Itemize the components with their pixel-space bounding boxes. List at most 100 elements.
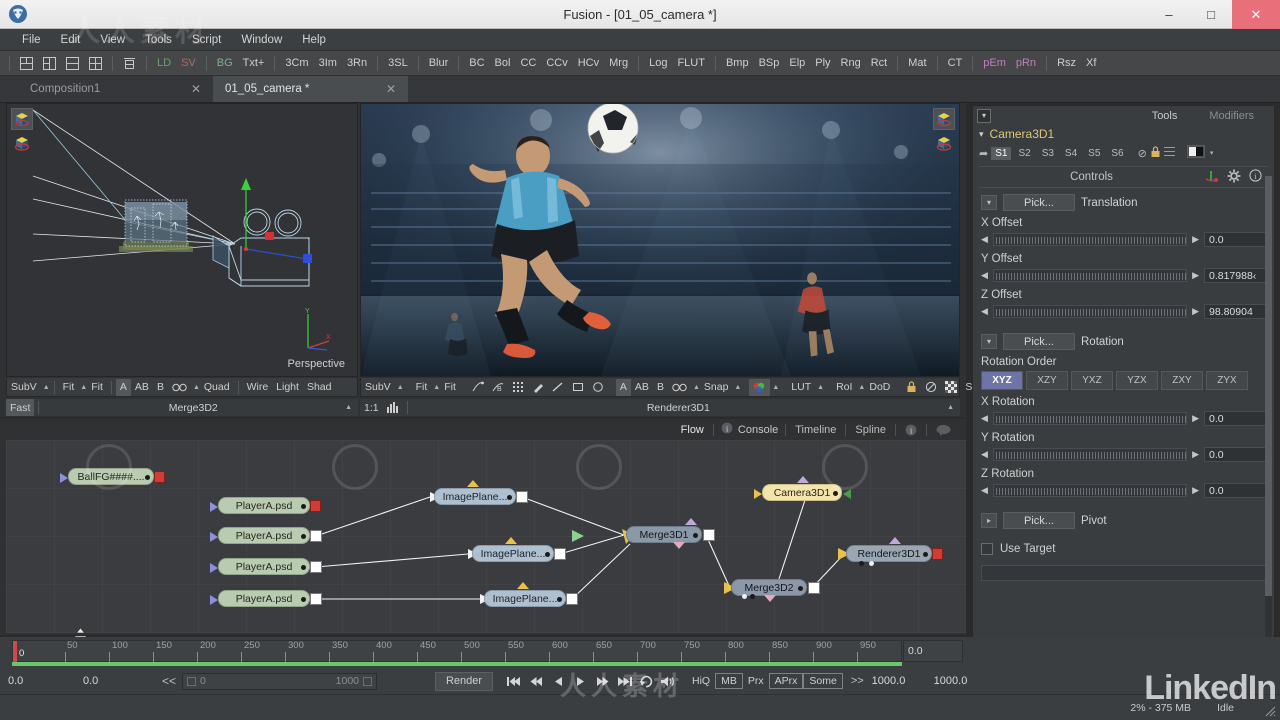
tool-blur[interactable]: Blur <box>424 56 454 70</box>
list-icon[interactable] <box>1163 146 1175 160</box>
loop-icon[interactable] <box>635 671 657 691</box>
flow-canvas[interactable]: BallFG####.... PlayerA.psd PlayerA.psd P… <box>6 440 966 633</box>
y-offset-value[interactable]: 0.817988‹ <box>1204 268 1266 283</box>
tool-prn[interactable]: pRn <box>1011 56 1041 70</box>
x-offset-value[interactable]: 0.0 <box>1204 232 1266 247</box>
chevron-right-icon[interactable]: ▸ <box>981 513 997 528</box>
viewer-left-fit-b[interactable]: Fit <box>87 379 107 396</box>
viewer-right-roi[interactable]: RoI <box>832 379 856 396</box>
split-h-icon[interactable] <box>18 55 35 72</box>
inspector-bottom-field[interactable] <box>981 565 1266 581</box>
viewport-perspective[interactable]: Y X Perspective <box>7 104 357 376</box>
last-frame-icon[interactable] <box>613 671 635 691</box>
rotation-order-xyz[interactable]: XYZ <box>981 371 1023 390</box>
y-rotation-slider[interactable] <box>992 448 1188 461</box>
tool-ccv[interactable]: CCv <box>541 56 572 70</box>
gear-icon[interactable] <box>1227 169 1241 186</box>
close-icon[interactable]: ✕ <box>386 82 396 96</box>
stereo-icon[interactable] <box>668 379 691 396</box>
transport-end-frame[interactable]: 1000.0 <box>872 675 934 687</box>
menu-script[interactable]: Script <box>182 32 231 48</box>
viewer-left-buffer-b[interactable]: B <box>153 379 168 396</box>
playhead[interactable] <box>13 641 17 663</box>
node-playera-3[interactable]: PlayerA.psd <box>210 558 322 575</box>
tab-spline[interactable]: Spline <box>846 419 895 440</box>
render-range-box[interactable]: 0 1000 <box>182 672 378 690</box>
tool-bc[interactable]: BC <box>464 56 489 70</box>
viewer-right-buffer-b[interactable]: B <box>653 379 668 396</box>
viewer-right-buffer-ab[interactable]: AB <box>631 379 653 396</box>
y-offset-slider[interactable] <box>992 269 1188 282</box>
split-v-icon[interactable] <box>41 55 58 72</box>
rotation-pick-button[interactable]: Pick... <box>1003 333 1075 350</box>
tab-timeline[interactable]: Timeline <box>786 419 845 440</box>
pivot-pick-button[interactable]: Pick... <box>1003 512 1075 529</box>
viewer-left-buffer-a[interactable]: A <box>115 378 131 396</box>
z-rotation-slider[interactable] <box>992 484 1188 497</box>
chevron-down-icon[interactable]: ▾ <box>981 195 997 210</box>
info-icon[interactable]: i <box>1249 169 1262 185</box>
menu-view[interactable]: View <box>90 32 135 48</box>
paint-brush-icon[interactable] <box>528 379 548 396</box>
quality-some[interactable]: Some <box>803 673 843 689</box>
viewer-left[interactable]: Y X Perspective <box>6 103 358 377</box>
timeline-right-value[interactable]: 0.0 <box>903 640 963 662</box>
chevron-up-icon[interactable]: ▲ <box>80 384 87 391</box>
close-icon[interactable]: ✕ <box>191 82 201 96</box>
node-imageplane-1[interactable]: ImagePlane... <box>434 480 528 505</box>
tab-modifiers[interactable]: Modifiers <box>1193 110 1270 122</box>
viewport-renderer[interactable] <box>361 104 959 376</box>
split-stack-icon[interactable] <box>64 55 81 72</box>
dup-icon[interactable] <box>121 55 138 72</box>
color-swatch-icon[interactable] <box>1186 144 1206 161</box>
tool-3rn[interactable]: 3Rn <box>342 56 372 70</box>
state-s3[interactable]: S3 <box>1038 147 1058 160</box>
node-ballfg[interactable]: BallFG####.... <box>60 468 165 485</box>
viewer-left-buffer-ab[interactable]: AB <box>131 379 153 396</box>
tab-tools[interactable]: Tools <box>1136 110 1194 122</box>
chevron-up-icon[interactable]: ▲ <box>693 384 700 391</box>
lock-icon[interactable] <box>902 379 921 396</box>
z-offset-slider[interactable] <box>992 305 1188 318</box>
tab-flow[interactable]: Flow <box>672 419 713 440</box>
tool-bg[interactable]: BG <box>212 56 238 70</box>
timeline-render-range[interactable] <box>12 662 902 666</box>
tool-mrg[interactable]: Mrg <box>604 56 633 70</box>
menu-help[interactable]: Help <box>292 32 336 48</box>
increment-icon[interactable]: ▶ <box>1192 449 1199 460</box>
maximize-button[interactable]: □ <box>1190 0 1232 29</box>
viewer-left-quality[interactable]: Fast <box>6 399 35 416</box>
tool-flut[interactable]: FLUT <box>672 56 710 70</box>
chevron-up-icon[interactable]: ▲ <box>947 404 954 411</box>
inspector-scrollbar[interactable] <box>1265 176 1272 666</box>
disable-icon[interactable]: ⊘ <box>1138 147 1147 160</box>
decrement-icon[interactable]: ◀ <box>981 306 988 317</box>
viewer-3d-cube-alt-icon[interactable] <box>11 132 33 154</box>
increment-icon[interactable]: ▶ <box>1192 485 1199 496</box>
viewer-right-fit-b[interactable]: Fit <box>440 379 460 396</box>
tool-ply[interactable]: Ply <box>810 56 835 70</box>
color-channels-icon[interactable] <box>749 378 771 396</box>
no-filter-icon[interactable] <box>921 379 941 396</box>
chevron-down-icon[interactable]: ▾ <box>981 334 997 349</box>
y-rotation-value[interactable]: 0.0 <box>1204 447 1266 462</box>
viewer-right-zoom[interactable]: 1:1 <box>360 399 383 416</box>
state-s2[interactable]: S2 <box>1014 147 1034 160</box>
tool-cc[interactable]: CC <box>515 56 541 70</box>
render-button[interactable]: Render <box>435 671 494 691</box>
grid-tool-icon[interactable] <box>509 379 528 396</box>
checkerboard-icon[interactable] <box>941 379 961 396</box>
chevron-up-icon[interactable]: ▲ <box>772 384 779 391</box>
minimize-button[interactable]: – <box>1148 0 1190 29</box>
tool-elp[interactable]: Elp <box>784 56 810 70</box>
stereo-icon[interactable] <box>168 379 191 396</box>
node-merge3d2[interactable]: Merge3D2 <box>731 579 820 602</box>
lock-icon[interactable] <box>1150 145 1161 161</box>
viewer-right-buffer-a[interactable]: A <box>615 378 631 396</box>
transport-prev-button[interactable]: << <box>156 674 182 688</box>
step-back-icon[interactable] <box>547 671 569 691</box>
axis-tool-icon[interactable] <box>1204 168 1219 186</box>
increment-icon[interactable]: ▶ <box>1192 413 1199 424</box>
tool-ct[interactable]: CT <box>943 56 968 70</box>
rectangle-tool-icon[interactable] <box>568 379 588 396</box>
